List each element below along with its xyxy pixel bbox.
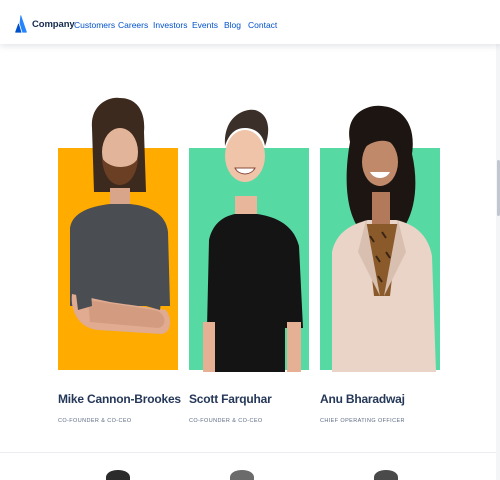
page-scrollbar[interactable] xyxy=(496,44,500,480)
next-row-portrait-peek xyxy=(230,470,254,480)
leader-photo[interactable] xyxy=(320,96,442,372)
nav-link-contact[interactable]: Contact xyxy=(248,20,277,30)
nav-link-blog[interactable]: Blog xyxy=(224,20,241,30)
leader-title: CO-FOUNDER & CO-CEO xyxy=(189,418,263,424)
leadership-page: Company Customers Careers Investors Even… xyxy=(0,0,500,480)
leader-title: CO-FOUNDER & CO-CEO xyxy=(58,418,132,424)
next-row-portrait-peek xyxy=(374,470,398,480)
portrait-illustration xyxy=(203,109,303,372)
nav-link-customers[interactable]: Customers xyxy=(74,20,115,30)
leader-name[interactable]: Scott Farquhar xyxy=(189,392,272,406)
leader-photo[interactable] xyxy=(189,96,311,372)
leader-name[interactable]: Mike Cannon-Brookes xyxy=(58,392,181,406)
nav-link-careers[interactable]: Careers xyxy=(118,20,148,30)
company-logo-icon[interactable] xyxy=(15,15,27,33)
section-divider xyxy=(0,452,496,453)
leader-photo[interactable] xyxy=(58,96,180,372)
next-row-portrait-peek xyxy=(106,470,130,480)
brand-name[interactable]: Company xyxy=(32,19,75,30)
portrait-illustration xyxy=(332,105,436,372)
leader-title: CHIEF OPERATING OFFICER xyxy=(320,418,405,424)
nav-link-investors[interactable]: Investors xyxy=(153,20,188,30)
top-navigation-bar: Company Customers Careers Investors Even… xyxy=(0,0,500,44)
leader-name[interactable]: Anu Bharadwaj xyxy=(320,392,405,406)
nav-link-events[interactable]: Events xyxy=(192,20,218,30)
portrait-illustration xyxy=(70,97,171,334)
